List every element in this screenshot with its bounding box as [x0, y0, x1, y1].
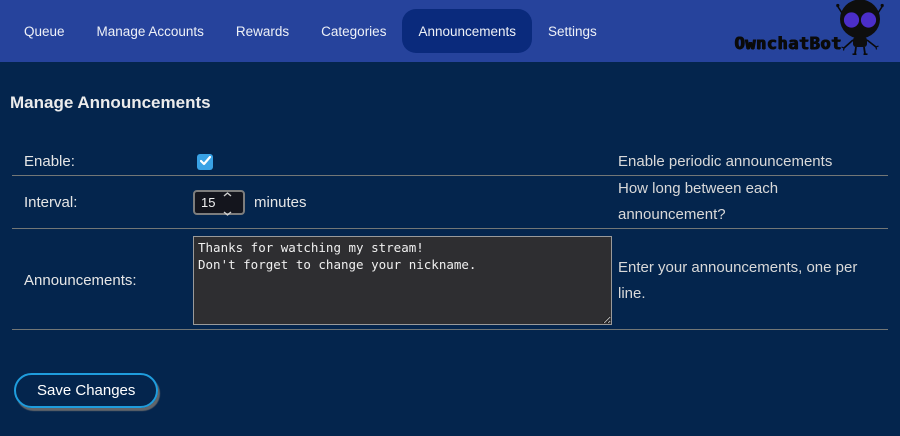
nav-item-queue[interactable]: Queue [8, 9, 81, 53]
form-row-interval: Interval: minutes How long between each … [12, 176, 888, 229]
announcements-control-cell: Thanks for watching my stream! Don't for… [193, 236, 618, 325]
top-navbar: Queue Manage Accounts Rewards Categories… [0, 0, 900, 62]
brand-logo: OwnchatBot [735, 0, 884, 62]
save-changes-button[interactable]: Save Changes [14, 373, 158, 408]
enable-help-text: Enable periodic announcements [618, 149, 888, 175]
interval-unit-label: minutes [254, 194, 307, 211]
announcements-textarea[interactable]: Thanks for watching my stream! Don't for… [193, 236, 612, 325]
page-title: Manage Announcements [10, 93, 900, 113]
chevron-down-icon[interactable] [223, 203, 232, 221]
nav-item-rewards[interactable]: Rewards [220, 9, 305, 53]
interval-label: Interval: [12, 194, 193, 211]
interval-input[interactable] [195, 195, 223, 210]
interval-spinner[interactable] [223, 184, 232, 221]
nav-item-categories[interactable]: Categories [305, 9, 402, 53]
nav-item-manage-accounts[interactable]: Manage Accounts [81, 9, 220, 53]
enable-label: Enable: [12, 153, 193, 170]
form-row-announcements: Announcements: Thanks for watching my st… [12, 229, 888, 330]
brand-name: OwnchatBot [735, 34, 842, 54]
interval-help-text: How long between each announcement? [618, 176, 888, 228]
checkmark-icon [200, 153, 211, 171]
interval-control-cell: minutes [193, 190, 618, 215]
chevron-up-icon[interactable] [223, 184, 232, 202]
announcements-help-text: Enter your announcements, one per line. [618, 255, 888, 307]
form-row-enable: Enable: Enable periodic announcements [12, 148, 888, 176]
interval-stepper[interactable] [193, 190, 245, 215]
enable-checkbox[interactable] [197, 154, 213, 170]
nav-item-announcements[interactable]: Announcements [402, 9, 532, 53]
nav-item-settings[interactable]: Settings [532, 9, 613, 53]
enable-control-cell [193, 154, 618, 170]
robot-mascot-icon [836, 0, 884, 60]
announcements-label: Announcements: [12, 272, 193, 289]
announcements-form: Enable: Enable periodic announcements In… [12, 148, 888, 330]
